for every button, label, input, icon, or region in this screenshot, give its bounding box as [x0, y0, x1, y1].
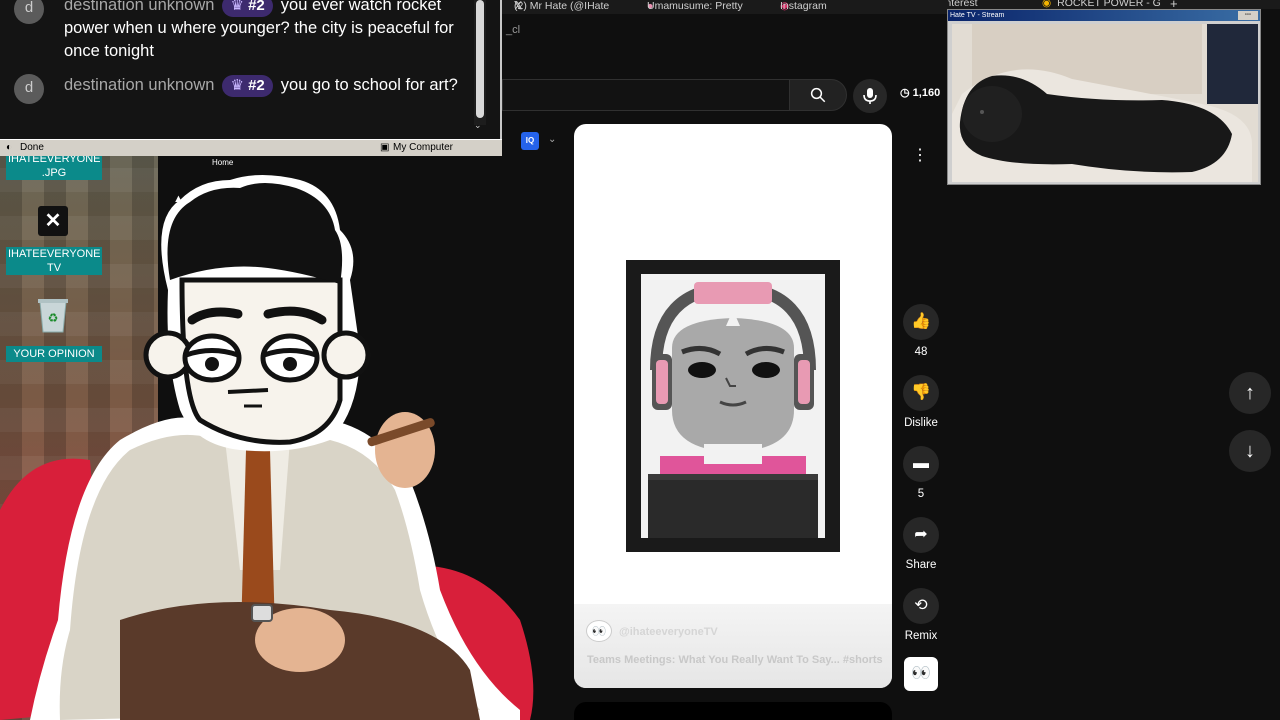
status-left: Done — [20, 142, 44, 153]
rank-badge: ♛ #2 — [222, 0, 273, 17]
remix-button[interactable]: ⟲ Remix — [900, 588, 942, 642]
status-bar: ◐ Done ▣ My Computer — [0, 139, 502, 156]
remix-icon: ⟲ — [903, 588, 939, 624]
short-title[interactable]: Teams Meetings: What You Really Want To … — [587, 654, 887, 666]
comment-icon: ▬ — [903, 446, 939, 482]
avatar: d — [14, 74, 44, 104]
avatar: d — [14, 0, 44, 24]
browser-tab-strip-right: ●(3) Pinterest ◉ ROCKET POWER - G + — [948, 0, 1280, 9]
x-app-icon[interactable]: ✕ — [38, 206, 68, 236]
chat-message: d destination unknown ♛ #2 you ever watch … — [14, 0, 470, 63]
tab-label: (3) Pinterest — [948, 0, 978, 9]
clock-count: ◷ 1,160 — [900, 86, 940, 99]
webcam-title-text: Hate TV - Stream — [950, 12, 1005, 19]
nav-shorts[interactable]: Shorts — [210, 217, 233, 226]
share-label: Share — [905, 559, 937, 571]
short-thumbnail — [626, 260, 840, 552]
svg-text:♻: ♻ — [48, 311, 59, 325]
chat-message-text: you go to school for art? — [280, 76, 458, 94]
nav-up-icon[interactable]: ▲ — [173, 193, 184, 205]
search-icon — [810, 87, 826, 103]
dog-image — [952, 24, 1258, 182]
next-short-card[interactable] — [574, 702, 892, 720]
voice-search-button[interactable] — [853, 79, 887, 113]
previous-short-button[interactable]: ↑ — [1229, 372, 1271, 414]
share-icon: ➦ — [903, 517, 939, 553]
status-right: My Computer — [393, 142, 454, 153]
chat-scrollbar[interactable] — [474, 0, 486, 125]
short-info: 👀 @ihateeveryoneTV Teams Meetings: What … — [574, 604, 892, 688]
chevron-down-icon[interactable]: ⌄ — [474, 120, 482, 131]
like-count: 48 — [914, 346, 928, 358]
chrome-icon: ◉ — [1042, 0, 1052, 9]
nav-home[interactable]: Home — [212, 158, 233, 167]
channel-name[interactable]: @ihateeveryoneTV — [619, 626, 718, 638]
rank-text: #2 — [248, 0, 265, 14]
dislike-label: Dislike — [904, 417, 938, 429]
address-fragment: _cl — [506, 24, 521, 36]
desktop-icon-label[interactable]: IHATEEVERYONE .JPG — [6, 152, 102, 180]
chat-username[interactable]: destination unknown — [64, 76, 214, 94]
rank-badge: ♛ #2 — [222, 75, 273, 97]
nav-home-label: Home — [212, 158, 234, 167]
tab-label: Umamusume: Pretty — [647, 0, 743, 12]
search-input[interactable] — [502, 79, 789, 111]
nav-shorts-label: Shorts — [210, 217, 234, 226]
share-button[interactable]: ➦ Share — [900, 517, 942, 571]
thumbs-up-icon: 👍 — [903, 304, 939, 340]
webcam-window[interactable]: Hate TV - Stream ▫▫▫ — [947, 9, 1261, 185]
microphone-icon — [863, 88, 877, 104]
tab-label: Instagram — [780, 0, 827, 12]
arrow-down-icon: ↓ — [1245, 440, 1255, 462]
tab-rocket-power[interactable]: ◉ ROCKET POWER - G — [1042, 0, 1161, 9]
browser-tab-strip: 𝕏 (2) Mr Hate (@IHate ● Umamusume: Pretty … — [502, 0, 948, 14]
comments-button[interactable]: ▬ 5 — [900, 446, 942, 500]
arrow-up-icon: ↑ — [1245, 382, 1255, 404]
crown-icon: ♛ — [230, 77, 244, 94]
iq-extension-icon[interactable]: IQ — [521, 132, 539, 150]
recycle-bin-icon[interactable]: ♻ — [36, 296, 70, 334]
short-video-card[interactable]: 👀 @ihateeveryoneTV Teams Meetings: What … — [574, 124, 892, 688]
desktop-icon-label[interactable]: YOUR OPINION — [6, 346, 102, 362]
more-options-icon[interactable]: ⋮ — [904, 142, 936, 170]
crown-icon: ♛ — [230, 0, 244, 14]
clock-icon: ◷ — [900, 87, 910, 99]
channel-avatar[interactable]: 👀 — [586, 620, 612, 642]
shorts-icon[interactable]: ϟ — [216, 192, 223, 208]
next-short-button[interactable]: ↓ — [1229, 430, 1271, 472]
thumbs-down-icon: 👎 — [903, 375, 939, 411]
rank-text: #2 — [248, 77, 265, 94]
search-button[interactable] — [789, 79, 847, 111]
youtube-sidebar: Home ϟ Shorts ▲ — [158, 150, 248, 250]
tab-label: (2) Mr Hate (@IHate — [514, 0, 610, 12]
dislike-button[interactable]: 👎 Dislike — [900, 375, 942, 429]
desktop-icon-label[interactable]: IHATEEVERYONE TV — [6, 247, 102, 275]
comment-count: 5 — [917, 488, 925, 500]
chat-message: d destination unknown ♛ #2 you go to schoo… — [14, 74, 470, 104]
tab-label: ROCKET POWER - G — [1057, 0, 1161, 9]
new-tab-icon[interactable]: + — [1170, 0, 1178, 9]
count-value: 1,160 — [912, 87, 941, 99]
window-controls-icon[interactable]: ▫▫▫ — [1238, 11, 1258, 20]
webcam-feed — [952, 24, 1258, 182]
chat-username[interactable]: destination unknown — [64, 0, 214, 14]
channel-sound-avatar[interactable]: 👀 — [904, 657, 938, 691]
remix-label: Remix — [904, 630, 938, 642]
tab-pinterest[interactable]: ●(3) Pinterest — [948, 0, 978, 9]
scroll-thumb[interactable] — [476, 0, 484, 118]
chevron-down-icon[interactable]: ⌄ — [548, 134, 556, 145]
chat-window: d destination unknown ♛ #2 you ever watch … — [0, 0, 502, 156]
computer-icon: ▣ — [380, 142, 390, 153]
status-icon: ◐ — [6, 142, 13, 153]
webcam-title: Hate TV - Stream — [948, 10, 1260, 21]
like-button[interactable]: 👍 48 — [900, 304, 942, 358]
